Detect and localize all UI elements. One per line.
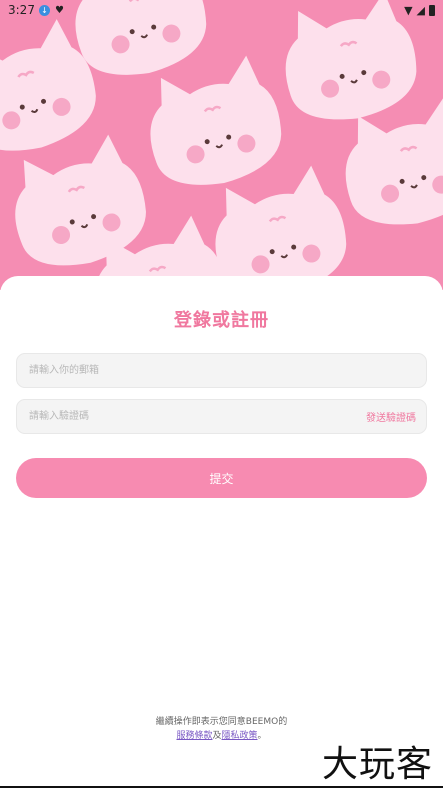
download-icon: ↓ (38, 4, 50, 16)
terms-of-service-link[interactable]: 服務條款 (176, 731, 212, 741)
battery-icon (429, 4, 435, 16)
code-field-container[interactable]: 發送驗證碼 (16, 399, 427, 434)
status-bar: 3:27 ↓ ♥ ▼ ◢ (0, 0, 443, 20)
signal-icon: ◢ (416, 3, 425, 17)
page-title: 登錄或註冊 (174, 310, 269, 331)
wifi-icon: ▼ (404, 3, 413, 17)
status-right: ▼ ◢ (404, 4, 435, 17)
hero-banner (0, 0, 443, 290)
email-field-container[interactable] (16, 353, 427, 388)
email-input[interactable] (27, 364, 416, 377)
send-code-button[interactable]: 發送驗證碼 (366, 409, 416, 424)
notification-icon: ♥ (54, 4, 64, 16)
watermark-logo: 大玩客 (321, 744, 433, 785)
status-time: 3:27 (8, 3, 35, 17)
login-sheet: 登錄或註冊 發送驗證碼 提交 繼續操作即表示您同意BEEMO的 服務條款及隱私政… (0, 276, 443, 788)
privacy-policy-link[interactable]: 隱私政策 (222, 731, 258, 741)
verification-code-input[interactable] (27, 410, 366, 423)
submit-button[interactable]: 提交 (16, 458, 427, 498)
status-left: 3:27 ↓ ♥ (8, 3, 65, 17)
terms-notice-line1: 繼續操作即表示您同意BEEMO的 (155, 717, 288, 727)
terms-and-text: 及 (212, 731, 222, 741)
terms-end-text: 。 (257, 731, 267, 741)
cat-pattern (0, 0, 443, 290)
